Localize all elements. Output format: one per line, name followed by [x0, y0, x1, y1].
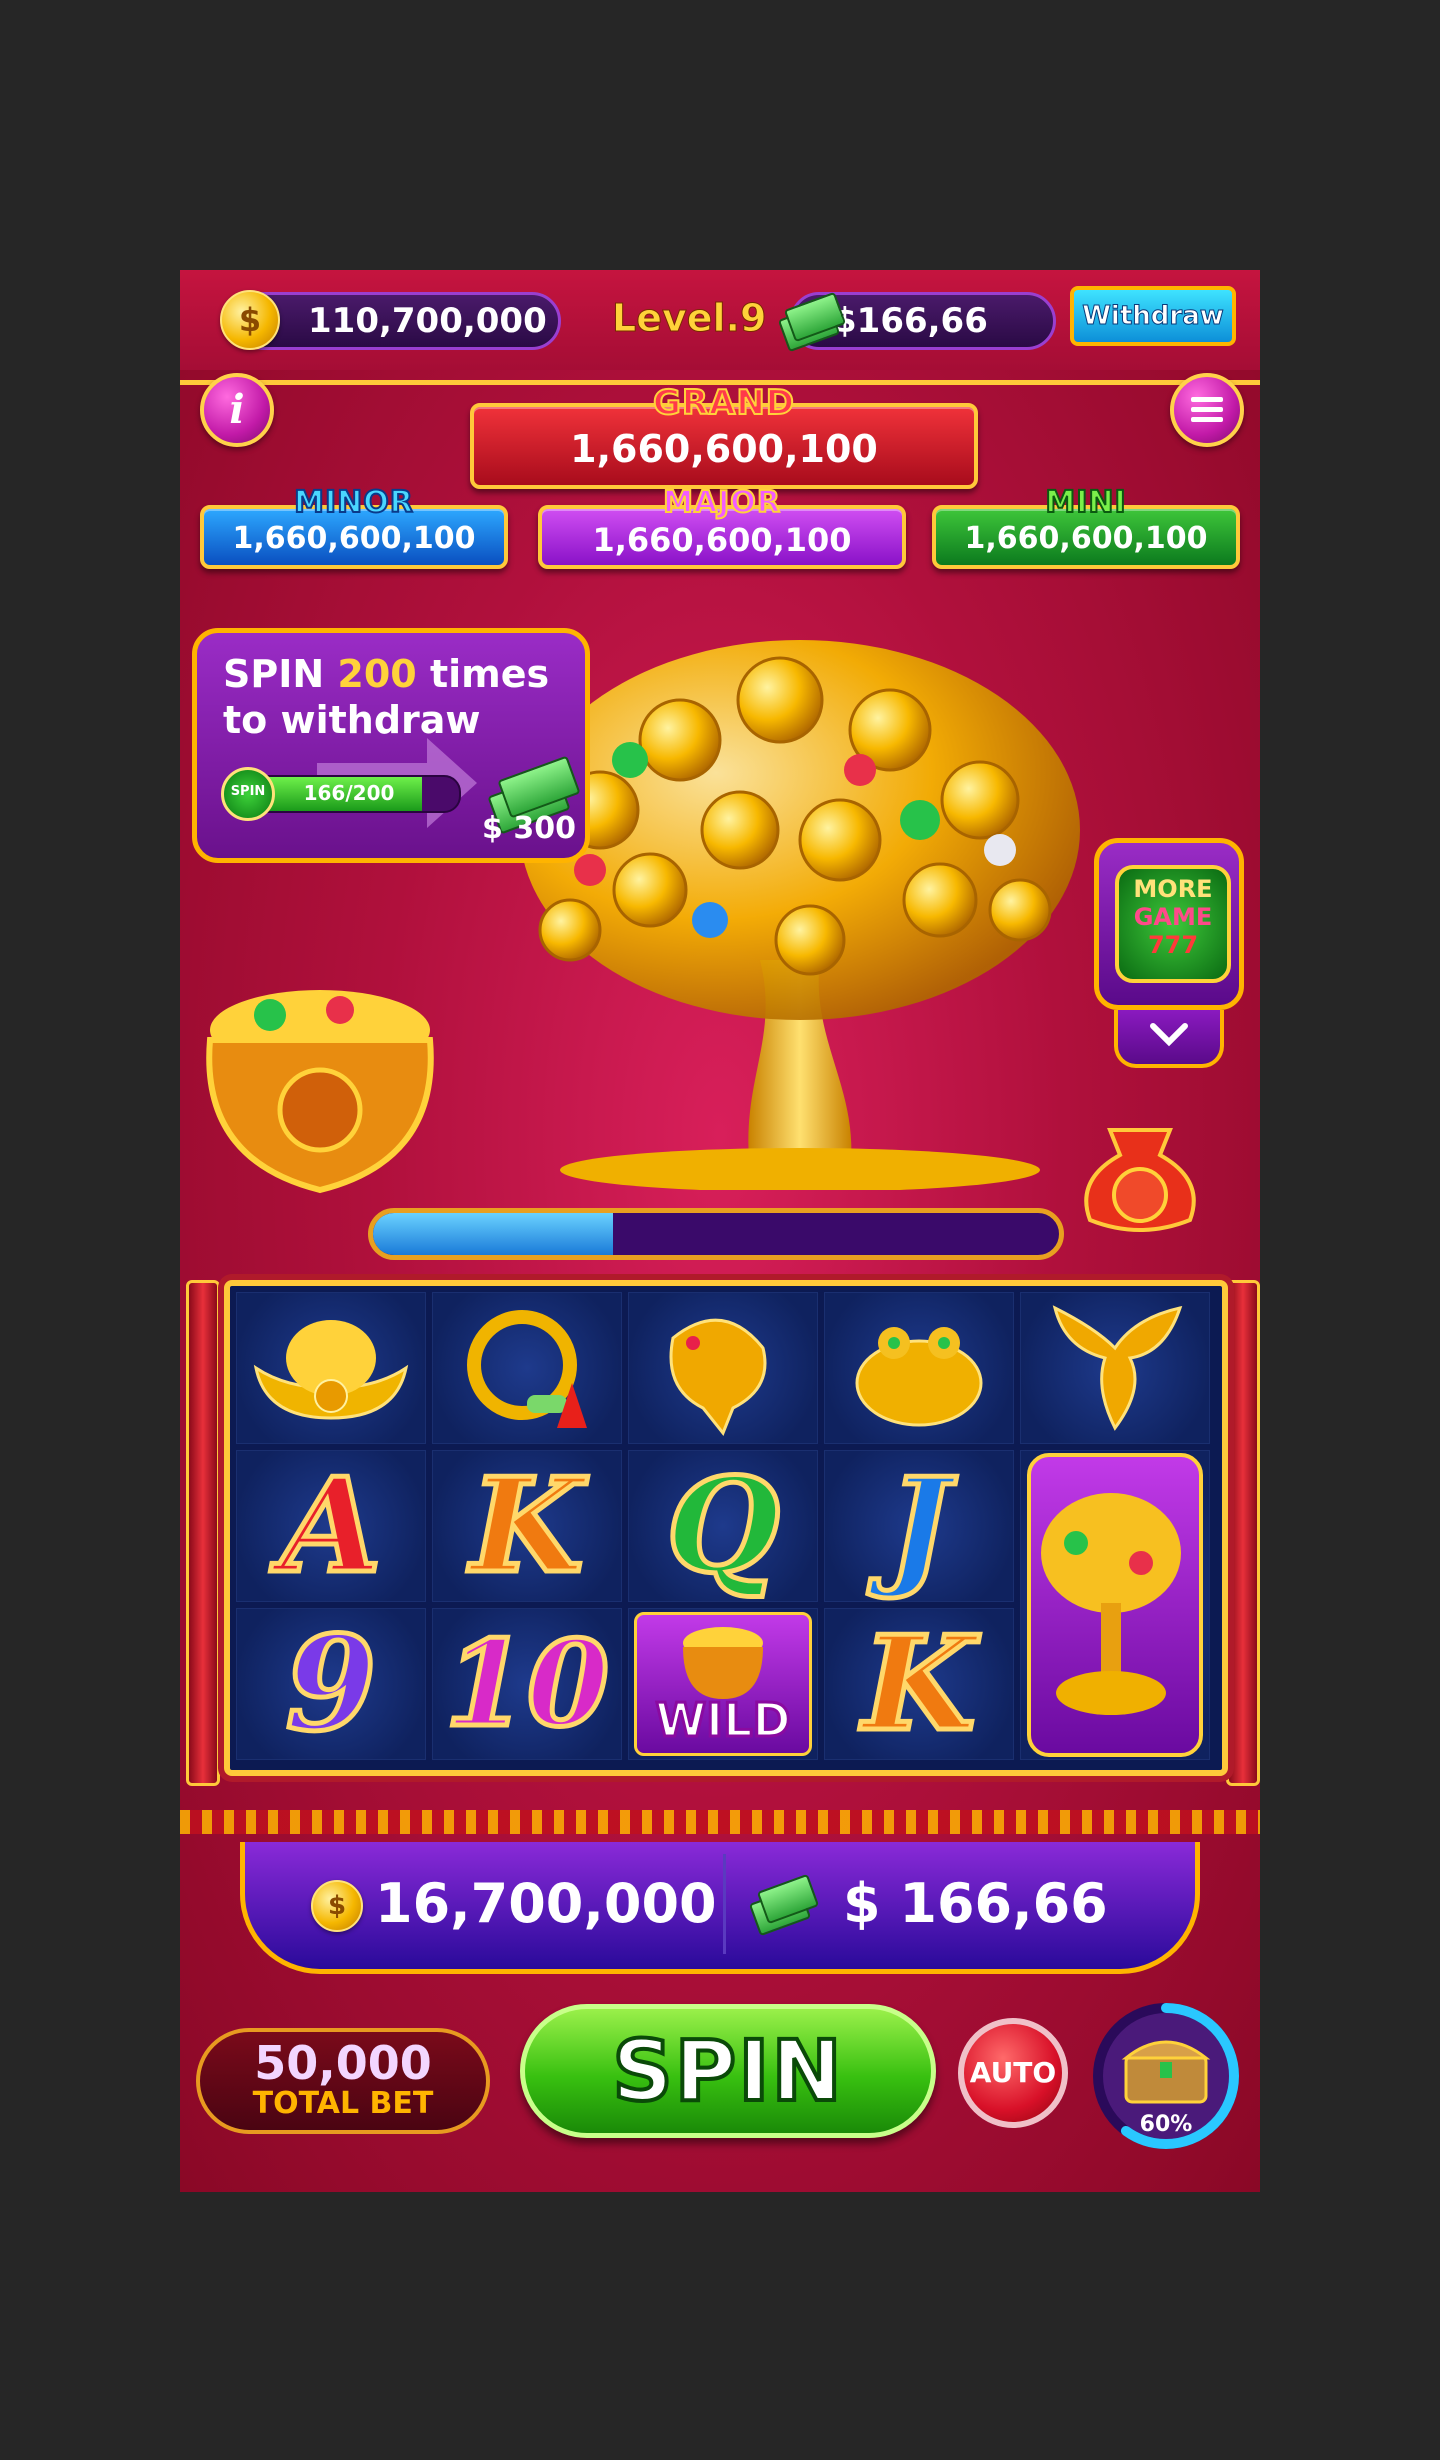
wild-pot-icon — [683, 1627, 763, 1699]
symbol-wild: WILD — [654, 1692, 792, 1749]
lucky-bag-illustration — [1084, 1128, 1196, 1232]
reel-cell-golden-toad — [824, 1292, 1014, 1444]
spin-button[interactable]: SPIN — [520, 2004, 936, 2138]
bottom-coin-balance: 16,700,000 — [375, 1872, 717, 1935]
withdraw-label: Withdraw — [1082, 301, 1225, 332]
total-bet-display[interactable]: 50,000 TOTAL BET — [196, 2028, 490, 2134]
treasure-chest-button[interactable]: 60% — [1086, 1996, 1246, 2156]
task-spin-badge: SPIN — [221, 767, 275, 821]
bottom-cash-icon — [745, 1873, 820, 1937]
slot-game-screen: 110,700,000 $ Level.9 $166,66 Withdraw i… — [180, 270, 1260, 2192]
minor-label: MINOR — [293, 484, 414, 521]
gold-pot-illustration — [206, 990, 434, 1194]
reel-cell-wild: WILD — [628, 1608, 818, 1760]
balance-bar: $ 16,700,000 $ 166,66 — [240, 1842, 1200, 1974]
reel-cell-gold-ingot — [236, 1292, 426, 1444]
info-icon: i — [229, 386, 245, 433]
grand-value: 1,660,600,100 — [570, 427, 878, 471]
menu-icon — [1191, 397, 1223, 422]
withdraw-button[interactable]: Withdraw — [1070, 286, 1236, 346]
right-pillar — [1226, 1280, 1260, 1786]
chevron-down-icon — [1150, 1023, 1188, 1047]
auto-spin-button[interactable]: AUTO — [958, 2018, 1068, 2128]
more-game-line2: GAME — [1133, 903, 1213, 931]
auto-label: AUTO — [969, 2056, 1057, 2089]
more-game-button[interactable]: MORE GAME 777 — [1094, 838, 1244, 1010]
info-button[interactable]: i — [200, 373, 274, 447]
symbol-a: A — [278, 1449, 384, 1602]
more-game-line1: MORE — [1133, 875, 1213, 903]
major-jackpot: MAJOR 1,660,600,100 — [538, 484, 906, 569]
mini-value: 1,660,600,100 — [964, 521, 1208, 556]
money-tree-bonus-icon — [1041, 1493, 1181, 1715]
balance-divider — [723, 1854, 726, 1954]
symbol-k-2: K — [860, 1607, 978, 1760]
mini-jackpot: MINI 1,660,600,100 — [932, 484, 1240, 569]
reel-cell-koi-fish — [628, 1292, 818, 1444]
reel-cell-10: 10 — [432, 1608, 622, 1760]
symbol-9: 9 — [283, 1607, 378, 1760]
coin-balance: 110,700,000 — [308, 301, 547, 341]
symbol-j: J — [886, 1449, 952, 1602]
tree-progress-bar — [368, 1208, 1064, 1260]
golden-toad-icon — [855, 1327, 983, 1427]
more-game-line3: 777 — [1147, 931, 1199, 959]
spin-label: SPIN — [610, 2020, 844, 2122]
bottom-cash-balance: $ 166,66 — [843, 1872, 1108, 1935]
total-bet-value: 50,000 — [254, 2036, 432, 2090]
major-value: 1,660,600,100 — [592, 521, 852, 559]
decorative-band — [180, 1810, 1260, 1834]
coin-balance-pill: 110,700,000 — [235, 292, 561, 350]
tree-progress-fill — [373, 1213, 614, 1255]
symbol-q: Q — [664, 1449, 782, 1602]
jade-ring-icon — [467, 1310, 587, 1428]
cash-icon — [777, 291, 847, 353]
cash-stack-icon — [482, 753, 581, 835]
reel-cell-k: K — [432, 1450, 622, 1602]
mini-label: MINI — [1044, 484, 1127, 521]
reel-cell-money-tree-bonus — [1020, 1450, 1210, 1760]
reel-cell-q: Q — [628, 1450, 818, 1602]
koi-fish-icon — [669, 1318, 767, 1436]
symbol-k: K — [468, 1449, 586, 1602]
withdraw-task-panel[interactable]: SPIN 200 times to withdraw 166/200 SPIN … — [192, 628, 590, 863]
reel-cell-phoenix — [1020, 1292, 1210, 1444]
reel-cell-j: J — [824, 1450, 1014, 1602]
grand-label: GRAND — [652, 382, 796, 424]
chest-percent: 60% — [1139, 2112, 1193, 2137]
reel-cell-9: 9 — [236, 1608, 426, 1760]
top-bar: 110,700,000 $ Level.9 $166,66 Withdraw — [180, 270, 1260, 370]
treasure-chest-icon — [1121, 2040, 1211, 2104]
reel-cell-a: A — [236, 1450, 426, 1602]
total-bet-label: TOTAL BET — [252, 2086, 434, 2121]
coin-icon: $ — [220, 290, 280, 350]
minor-jackpot: MINOR 1,660,600,100 — [200, 484, 508, 569]
left-pillar — [186, 1280, 220, 1786]
task-spin-suffix: times — [429, 652, 550, 696]
minor-value: 1,660,600,100 — [232, 521, 476, 556]
grand-jackpot: GRAND 1,660,600,100 — [470, 382, 978, 489]
gold-ingot-icon — [253, 1320, 409, 1420]
reel-cell-k-2: K — [824, 1608, 1014, 1760]
expand-more-button[interactable] — [1114, 1010, 1224, 1068]
menu-button[interactable] — [1170, 373, 1244, 447]
task-reward: $ 300 — [482, 811, 576, 846]
reel-cell-jade-ring — [432, 1292, 622, 1444]
player-level: Level.9 — [611, 296, 767, 341]
bottom-coin-icon: $ — [311, 1880, 363, 1932]
task-spin-word: SPIN — [223, 652, 325, 696]
cash-balance: $166,66 — [833, 301, 988, 341]
phoenix-icon — [1052, 1305, 1183, 1431]
symbol-10: 10 — [442, 1614, 611, 1753]
major-label: MAJOR — [662, 484, 781, 521]
task-spin-count: 200 — [337, 652, 417, 696]
slot-reels: A K Q J 9 10 WILD K — [224, 1280, 1228, 1776]
